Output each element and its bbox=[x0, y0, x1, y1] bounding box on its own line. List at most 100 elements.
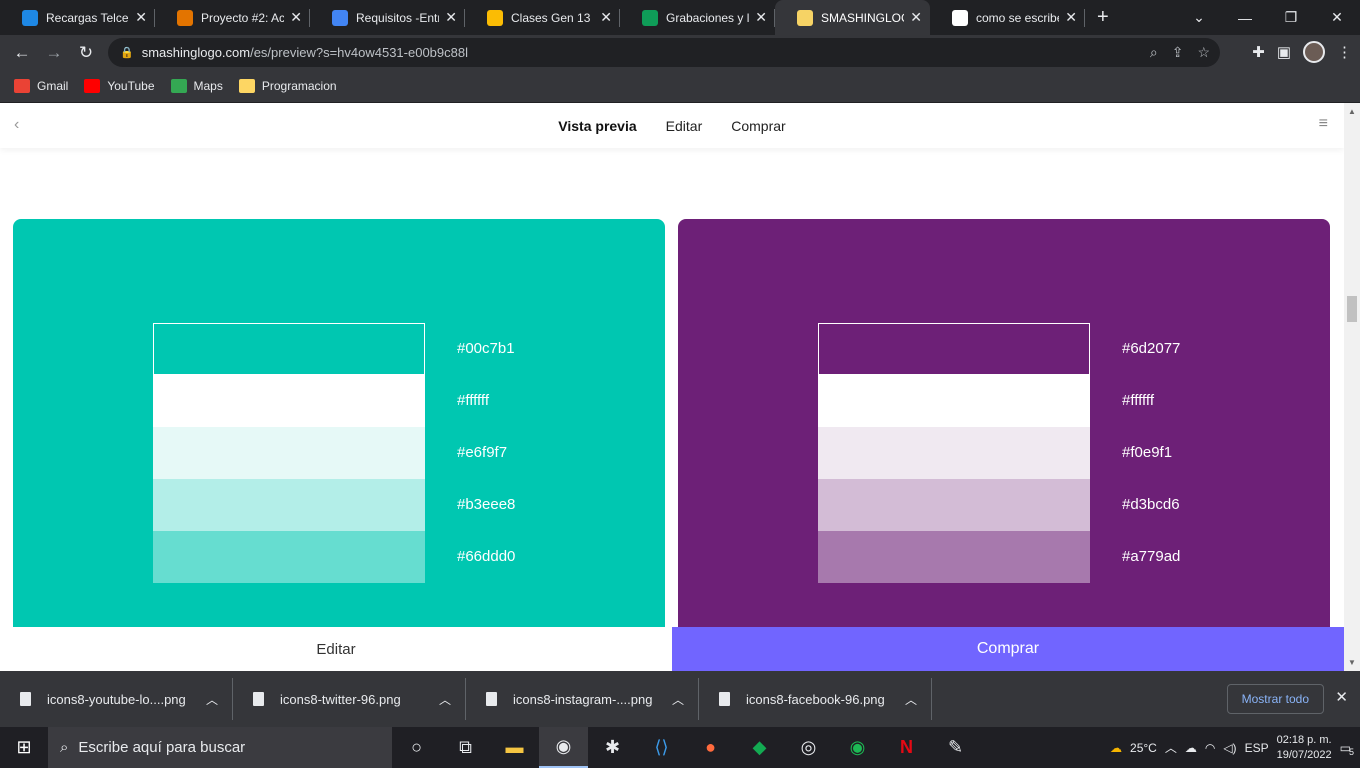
bookmark-item[interactable]: Gmail bbox=[14, 79, 68, 93]
chevron-up-icon[interactable]: ︿ bbox=[439, 691, 451, 708]
weather-temp[interactable]: 25°C bbox=[1130, 741, 1157, 755]
taskbar-search[interactable]: ⌕ Escribe aquí para buscar bbox=[48, 727, 392, 768]
chevron-up-icon[interactable]: ︿ bbox=[672, 691, 684, 708]
chevron-up-icon[interactable]: ︿ bbox=[905, 691, 917, 708]
download-filename: icons8-facebook-96.png bbox=[746, 691, 885, 707]
bookmark-item[interactable]: Programacion bbox=[238, 79, 337, 93]
file-icon bbox=[719, 692, 730, 706]
vscode-icon[interactable]: ⟨⟩ bbox=[637, 727, 686, 768]
tab-search-icon[interactable]: ⌄ bbox=[1176, 0, 1222, 35]
close-tab-icon[interactable]: ✕ bbox=[755, 9, 767, 26]
file-icon bbox=[253, 692, 264, 706]
bookmark-item[interactable]: Maps bbox=[170, 79, 223, 93]
download-item[interactable]: icons8-twitter-96.png ︿ bbox=[233, 678, 466, 720]
browser-tab[interactable]: Recargas Telcel ✕ bbox=[0, 0, 155, 35]
color-hex-code: #00c7b1 bbox=[457, 340, 515, 357]
download-item[interactable]: icons8-youtube-lo....png ︿ bbox=[0, 678, 233, 720]
tab-title: SMASHINGLOGO bbox=[821, 10, 904, 25]
slack-icon[interactable]: ✱ bbox=[588, 727, 637, 768]
close-tab-icon[interactable]: ✕ bbox=[1065, 9, 1077, 26]
spotify-icon[interactable]: ◉ bbox=[833, 727, 882, 768]
scroll-down-arrow-icon[interactable]: ▼ bbox=[1348, 658, 1356, 667]
color-code-list: #00c7b1 #ffffff #e6f9f7 #b3eee8 #66ddd0 bbox=[457, 323, 515, 583]
weather-icon[interactable]: ☁ bbox=[1110, 741, 1122, 755]
browser-tab[interactable]: Clases Gen 13 - N ✕ bbox=[465, 0, 620, 35]
restore-button[interactable]: ❐ bbox=[1268, 0, 1314, 35]
clock[interactable]: 02:18 p. m. 19/07/2022 bbox=[1277, 733, 1332, 763]
edit-button[interactable]: Editar bbox=[0, 627, 672, 671]
scroll-up-arrow-icon[interactable]: ▲ bbox=[1348, 107, 1356, 116]
reload-button[interactable]: ↻ bbox=[70, 43, 102, 63]
share-icon[interactable]: ⇪ bbox=[1172, 44, 1184, 61]
bookmarks-bar: Gmail YouTube Maps Programacion bbox=[0, 70, 1360, 103]
url-host: smashinglogo.com bbox=[141, 45, 251, 60]
drive-icon bbox=[487, 9, 503, 26]
chrome-icon[interactable]: ◉ bbox=[539, 727, 588, 768]
page-scrollbar[interactable]: ▲ ▼ bbox=[1344, 103, 1360, 671]
task-view-icon[interactable]: ⧉ bbox=[441, 727, 490, 768]
zoom-icon[interactable]: ⌕ bbox=[1150, 44, 1158, 61]
file-explorer-icon[interactable]: ▬ bbox=[490, 727, 539, 768]
cortana-icon[interactable]: ○ bbox=[392, 727, 441, 768]
color-swatch bbox=[818, 323, 1090, 375]
mongodb-compass-icon[interactable]: ◆ bbox=[735, 727, 784, 768]
browser-tab[interactable]: Proyecto #2: Acad ✕ bbox=[155, 0, 310, 35]
windows-start-icon[interactable]: ⊞ bbox=[0, 737, 48, 758]
color-hex-code: #66ddd0 bbox=[457, 548, 516, 565]
wifi-icon[interactable]: ◠ bbox=[1205, 741, 1215, 755]
nav-preview[interactable]: Vista previa bbox=[558, 118, 636, 134]
browser-tab[interactable]: Grabaciones y lin ✕ bbox=[620, 0, 775, 35]
profile-avatar[interactable] bbox=[1303, 41, 1325, 63]
download-item[interactable]: icons8-facebook-96.png ︿ bbox=[699, 678, 932, 720]
close-tab-icon[interactable]: ✕ bbox=[135, 9, 147, 26]
nav-edit[interactable]: Editar bbox=[666, 118, 703, 134]
side-panel-icon[interactable]: ▣ bbox=[1277, 43, 1291, 61]
buy-button[interactable]: Comprar bbox=[672, 627, 1344, 671]
chevron-up-icon[interactable]: ︿ bbox=[206, 691, 218, 708]
back-chevron-icon[interactable]: ‹ bbox=[14, 116, 19, 134]
browser-tab[interactable]: Requisitos -Entreg ✕ bbox=[310, 0, 465, 35]
netflix-icon[interactable]: N bbox=[882, 727, 931, 768]
minimize-button[interactable]: — bbox=[1222, 0, 1268, 35]
window-controls: ⌄ — ❐ ✕ bbox=[1176, 0, 1360, 35]
close-tab-icon[interactable]: ✕ bbox=[445, 9, 457, 26]
menu-kebab-icon[interactable]: ⋮ bbox=[1337, 43, 1352, 61]
extensions-icon[interactable]: ✚ bbox=[1252, 43, 1265, 61]
show-all-button[interactable]: Mostrar todo bbox=[1226, 684, 1324, 714]
download-item[interactable]: icons8-instagram-....png ︿ bbox=[466, 678, 699, 720]
clock-time: 02:18 p. m. bbox=[1276, 733, 1332, 746]
language-indicator[interactable]: ESP bbox=[1245, 741, 1269, 755]
close-downloads-icon[interactable]: ✕ bbox=[1335, 688, 1348, 706]
nav-buy[interactable]: Comprar bbox=[731, 118, 785, 134]
volume-icon[interactable]: ◁) bbox=[1223, 741, 1236, 755]
color-swatch bbox=[818, 531, 1090, 583]
bookmark-label: Maps bbox=[193, 79, 223, 93]
palette-card-purple: #6d2077 #ffffff #f0e9f1 #d3bcd6 #a779ad bbox=[678, 219, 1330, 639]
address-bar[interactable]: 🔒 smashinglogo.com/es/preview?s=hv4ow453… bbox=[108, 38, 1220, 67]
close-tab-icon[interactable]: ✕ bbox=[600, 9, 612, 26]
tray-chevron-icon[interactable]: ︿ bbox=[1165, 739, 1177, 756]
back-button[interactable]: ← bbox=[6, 43, 38, 63]
bookmark-label: YouTube bbox=[107, 79, 155, 93]
scrollbar-thumb[interactable] bbox=[1347, 296, 1357, 322]
paint-icon[interactable]: ✎ bbox=[931, 727, 980, 768]
chrome-profile-icon[interactable]: ◎ bbox=[784, 727, 833, 768]
download-filename: icons8-instagram-....png bbox=[513, 691, 653, 707]
forward-button[interactable]: → bbox=[38, 43, 70, 63]
tab-title: como se escribe bbox=[976, 10, 1060, 25]
hamburger-menu-icon[interactable]: ≡ bbox=[1319, 115, 1328, 133]
new-tab-button[interactable]: + bbox=[1097, 6, 1109, 29]
color-hex-code: #b3eee8 bbox=[457, 496, 516, 513]
close-tab-icon[interactable]: ✕ bbox=[910, 9, 922, 26]
onedrive-icon[interactable]: ☁ bbox=[1185, 741, 1197, 755]
browser-tab[interactable]: SMASHINGLOGO ✕ bbox=[775, 0, 930, 35]
bookmark-item[interactable]: YouTube bbox=[84, 79, 155, 93]
bookmark-star-icon[interactable]: ☆ bbox=[1197, 44, 1210, 61]
color-hex-code: #ffffff bbox=[1122, 392, 1154, 409]
close-window-button[interactable]: ✕ bbox=[1314, 0, 1360, 35]
browser-tab[interactable]: como se escribe ✕ bbox=[930, 0, 1085, 35]
close-tab-icon[interactable]: ✕ bbox=[290, 9, 302, 26]
search-placeholder: Escribe aquí para buscar bbox=[78, 739, 246, 756]
color-swatch bbox=[153, 531, 425, 583]
postman-icon[interactable]: ● bbox=[686, 727, 735, 768]
